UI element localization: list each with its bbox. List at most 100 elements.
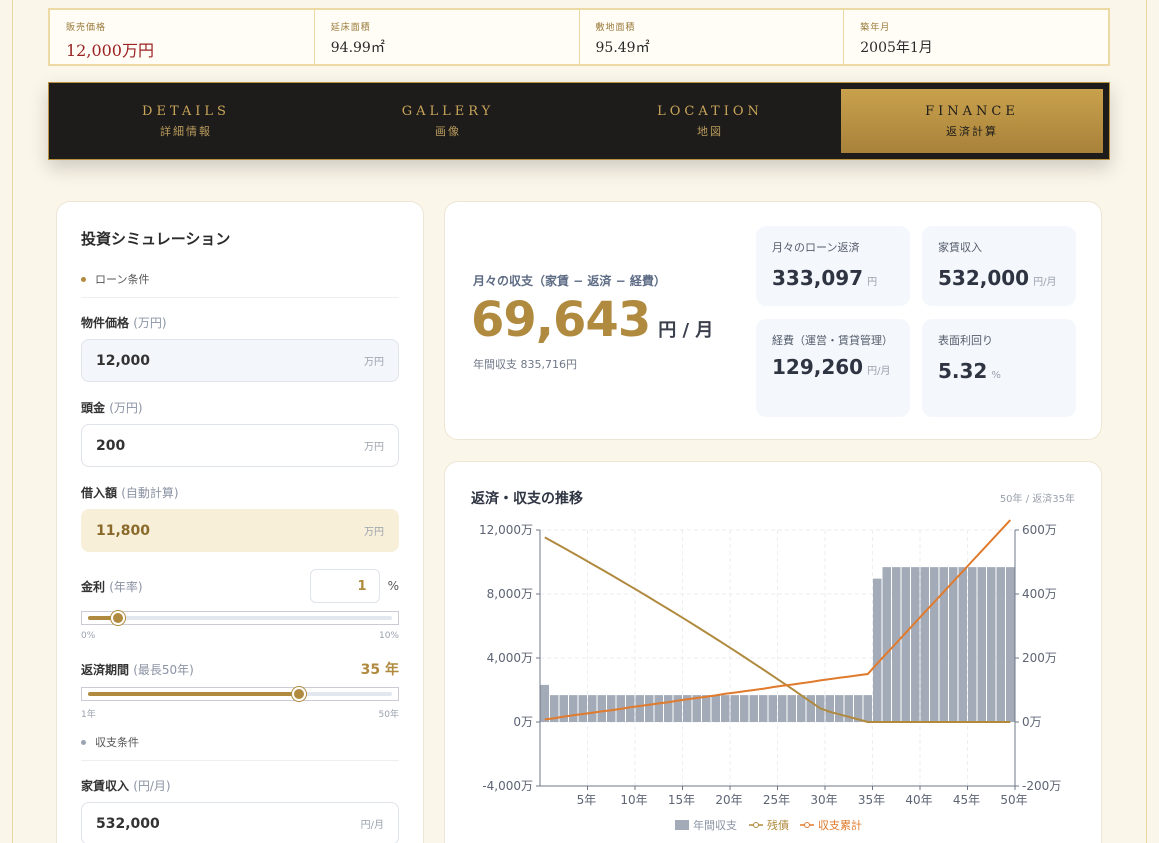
legend-swatch-annual-balance: [675, 820, 689, 830]
panel-title: 投資シミュレーション: [81, 230, 231, 248]
summary-value: 94.99㎡: [330, 40, 385, 56]
bar-annual-balance: [930, 567, 939, 722]
tab-finance[interactable]: FINANCE 返済計算: [841, 89, 1103, 153]
y-right-tick-label: -200万: [1022, 779, 1061, 793]
stat-expenses: 経費（運営・賃貸管理） 129,260 円/月: [756, 319, 910, 417]
chart-card: 返済・収支の推移 50年 / 返済35年 12,000万 8,000万 4,000万…: [444, 461, 1102, 843]
section-tabs: DETAILS 詳細情報 GALLERY 画像 LOCATION 地図 FINA…: [48, 82, 1110, 160]
down-payment-input[interactable]: 200 万円: [81, 424, 399, 467]
slider-track: [88, 616, 392, 620]
bar-annual-balance: [588, 695, 597, 722]
x-tick-label: 10年: [620, 793, 647, 807]
summary-built: 築年月 2005年1月: [844, 10, 1108, 64]
input-value: 532,000: [96, 815, 160, 832]
bar-annual-balance: [645, 695, 654, 722]
section-label: 収支条件: [95, 736, 139, 749]
stat-value: 5.32: [938, 359, 988, 383]
range-min: 1年: [81, 710, 96, 720]
bar-annual-balance: [939, 567, 948, 722]
summary-label: 販売価格: [66, 23, 107, 33]
bar-annual-balance: [920, 567, 929, 722]
y-left-tick-label: 12,000万: [479, 523, 533, 537]
borrow-label: 借入額 (自動計算): [81, 484, 399, 501]
bar-annual-balance: [797, 695, 806, 722]
bar-annual-balance: [673, 695, 682, 722]
term-slider[interactable]: [81, 687, 399, 701]
field-sublabel: (万円): [109, 401, 143, 415]
bar-annual-balance: [711, 695, 720, 722]
summary-value: 95.49㎡: [595, 40, 650, 56]
stat-value: 333,097: [772, 266, 864, 290]
rent-input[interactable]: 532,000 円/月: [81, 802, 399, 843]
bar-annual-balance: [977, 567, 986, 722]
bar-annual-balance: [778, 695, 787, 722]
summary-value: 12,000万円: [66, 41, 154, 60]
tab-label-en: LOCATION: [657, 103, 763, 119]
legend-label: 残債: [767, 818, 789, 832]
input-unit: 円/月: [360, 820, 384, 831]
bar-annual-balance: [949, 567, 958, 722]
bar-annual-balance: [911, 567, 920, 722]
bar-annual-balance: [835, 695, 844, 722]
x-tick-label: 5年: [577, 793, 597, 807]
tab-location[interactable]: LOCATION 地図: [579, 89, 841, 153]
field-label: 金利: [81, 579, 106, 594]
bar-annual-balance: [882, 567, 891, 722]
field-label: 物件価格: [81, 316, 130, 330]
bar-annual-balance: [749, 695, 758, 722]
x-tick-label: 40年: [905, 793, 932, 807]
section-income-conditions: 収支条件: [81, 734, 399, 761]
monthly-balance-unit: 円 / 月: [658, 320, 714, 341]
field-sublabel: (自動計算): [121, 486, 179, 500]
x-tick-label: 25年: [763, 793, 790, 807]
bar-annual-balance: [540, 684, 549, 722]
term-value: 35 年: [360, 662, 399, 678]
price-input[interactable]: 12,000 万円: [81, 339, 399, 382]
stat-value: 129,260: [772, 355, 864, 379]
summary-floor-area: 延床面積 94.99㎡: [315, 10, 580, 64]
stat-unit: %: [991, 370, 1001, 381]
tab-details[interactable]: DETAILS 詳細情報: [55, 89, 317, 153]
y-left-tick-label: 4,000万: [487, 651, 533, 665]
slider-thumb[interactable]: [291, 687, 306, 701]
chart-svg: 12,000万 8,000万 4,000万 0万 -4,000万 600万 400万 200万…: [479, 519, 1061, 832]
monthly-balance-label: 月々の収支（家賃 − 返済 − 経費）: [473, 274, 666, 288]
rate-input[interactable]: 1: [309, 569, 380, 603]
rate-slider[interactable]: [81, 611, 399, 625]
slider-thumb[interactable]: [111, 611, 126, 625]
x-tick-label: 45年: [953, 793, 980, 807]
tab-gallery[interactable]: GALLERY 画像: [317, 89, 579, 153]
legend-marker: [804, 822, 810, 828]
bar-annual-balance: [635, 695, 644, 722]
bar-annual-balance: [768, 695, 777, 722]
y-right-tick-label: 400万: [1022, 587, 1057, 601]
bar-annual-balance: [759, 695, 768, 722]
bar-annual-balance: [740, 695, 749, 722]
range-max: 50年: [378, 710, 399, 720]
rate-label: 金利 (年率): [81, 578, 143, 595]
bar-annual-balance: [702, 695, 711, 722]
bar-annual-balance: [569, 695, 578, 722]
input-value: 12,000: [96, 352, 151, 369]
tab-label-ja: 画像: [435, 124, 461, 138]
bar-annual-balance: [987, 567, 996, 722]
bar-annual-balance: [825, 695, 834, 722]
stat-value: 532,000: [938, 266, 1030, 290]
simulation-panel: 投資シミュレーション ローン条件 物件価格 (万円) 12,000 万円 頭金 …: [56, 201, 424, 843]
yearly-balance: 年間収支 835,716円: [473, 358, 577, 371]
tab-label-en: FINANCE: [925, 103, 1019, 119]
bar-annual-balance: [578, 695, 587, 722]
x-tick-label: 30年: [810, 793, 837, 807]
stat-title: 月々のローン返済: [772, 241, 860, 254]
tab-label-ja: 詳細情報: [160, 124, 212, 138]
field-label: 借入額: [81, 486, 118, 500]
stat-title: 家賃収入: [938, 241, 982, 254]
rate-input-group: 1 %: [309, 569, 399, 603]
rate-range: 0% 10%: [81, 631, 399, 641]
rate-row: 金利 (年率) 1 %: [81, 569, 399, 603]
bar-annual-balance: [863, 695, 872, 722]
term-label: 返済期間 (最長50年): [81, 661, 194, 678]
stat-unit: 円/月: [1033, 277, 1057, 288]
summary-value: 2005年1月: [860, 40, 933, 56]
bar-annual-balance: [607, 695, 616, 722]
